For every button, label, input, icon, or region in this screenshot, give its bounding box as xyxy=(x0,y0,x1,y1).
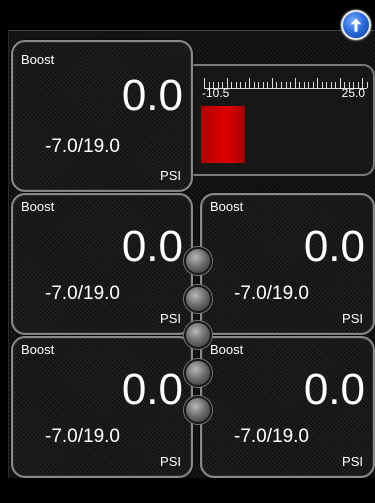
gauge-label: Boost xyxy=(210,342,244,357)
scale-tick xyxy=(281,82,282,88)
arrow-up-icon xyxy=(350,18,362,32)
scale-tick xyxy=(335,82,336,88)
gauge-label: Boost xyxy=(21,342,55,357)
bar-gauge-min-label: -10.5 xyxy=(202,86,230,100)
scale-tick xyxy=(254,82,255,88)
bar-gauge-fill xyxy=(201,106,245,163)
scale-tick xyxy=(263,82,264,88)
gauge-label: Boost xyxy=(210,199,244,214)
scale-tick xyxy=(240,82,241,88)
scale-tick xyxy=(326,82,327,88)
scale-tick xyxy=(245,82,246,88)
bottom-bar xyxy=(0,478,375,503)
scale-tick xyxy=(267,82,268,88)
gauge-range: -7.0/19.0 xyxy=(234,426,309,447)
gauge-value: 0.0 xyxy=(121,71,183,120)
scale-tick xyxy=(299,82,300,88)
scale-tick xyxy=(367,82,368,88)
gauge-label: Boost xyxy=(21,199,55,214)
scale-tick xyxy=(304,82,305,88)
bar-gauge[interactable]: -10.5 25.0 xyxy=(182,64,375,176)
boost-gauge-4[interactable]: Boost 0.0 -7.0/19.0 PSI xyxy=(11,336,193,478)
gauge-value: 0.0 xyxy=(303,222,365,271)
scale-tick xyxy=(317,78,318,88)
bar-gauge-max-label: 25.0 xyxy=(341,86,365,100)
pager-knob-2[interactable] xyxy=(184,285,212,313)
gauge-value: 0.0 xyxy=(121,222,183,271)
scale-tick xyxy=(231,82,232,88)
gauge-value: 0.0 xyxy=(121,365,183,414)
gauge-range: -7.0/19.0 xyxy=(45,283,120,304)
up-button[interactable] xyxy=(341,10,371,40)
boost-gauge-2[interactable]: Boost 0.0 -7.0/19.0 PSI xyxy=(11,193,193,335)
gauge-unit: PSI xyxy=(160,454,181,469)
scale-tick xyxy=(249,78,250,88)
gauge-range: -7.0/19.0 xyxy=(45,426,120,447)
pager-knob-4[interactable] xyxy=(184,359,212,387)
boost-gauge-3[interactable]: Boost 0.0 -7.0/19.0 PSI xyxy=(200,193,375,335)
gauge-value: 0.0 xyxy=(303,365,365,414)
scale-tick xyxy=(272,78,273,88)
gauge-range: -7.0/19.0 xyxy=(45,136,120,157)
gauge-unit: PSI xyxy=(342,454,363,469)
pager-knob-5[interactable] xyxy=(184,396,212,424)
gauge-unit: PSI xyxy=(342,311,363,326)
gauge-range: -7.0/19.0 xyxy=(234,283,309,304)
scale-tick xyxy=(258,82,259,88)
scale-tick xyxy=(331,82,332,88)
scale-tick xyxy=(276,82,277,88)
scale-tick xyxy=(290,82,291,88)
scale-tick xyxy=(286,82,287,88)
scale-tick xyxy=(236,82,237,88)
scale-tick xyxy=(308,82,309,88)
pager-knob-1[interactable] xyxy=(184,247,212,275)
boost-gauge-5[interactable]: Boost 0.0 -7.0/19.0 PSI xyxy=(200,336,375,478)
gauge-unit: PSI xyxy=(160,168,181,183)
scale-tick xyxy=(295,78,296,88)
boost-gauge-1[interactable]: Boost 0.0 -7.0/19.0 PSI xyxy=(11,40,193,192)
gauge-label: Boost xyxy=(21,52,55,67)
app-screen: -10.5 25.0 Boost 0.0 -7.0/19.0 PSI Boost… xyxy=(0,0,375,503)
scale-tick xyxy=(322,82,323,88)
scale-tick xyxy=(313,82,314,88)
gauge-unit: PSI xyxy=(160,311,181,326)
pager-knob-3[interactable] xyxy=(184,321,212,349)
